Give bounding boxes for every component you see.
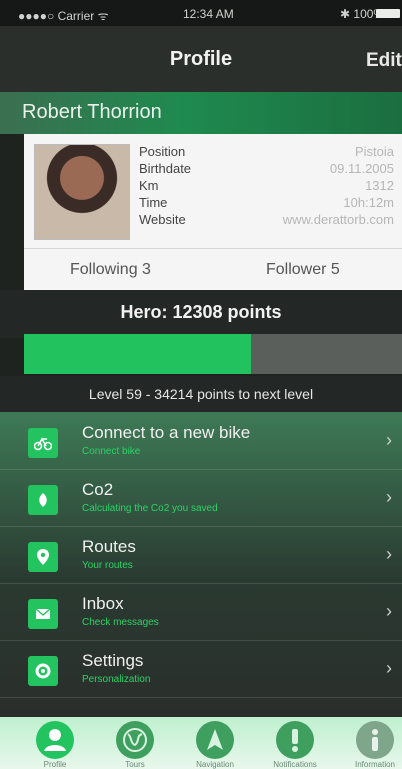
- field-value-website[interactable]: www.derattorb.com: [283, 211, 394, 228]
- menu-item-sublabel: Check messages: [82, 617, 159, 628]
- field-label-km: Km: [139, 178, 159, 193]
- chevron-right-icon: ›: [386, 430, 392, 450]
- navigation-icon: [207, 729, 223, 750]
- globe-icon: [123, 728, 147, 752]
- menu-item-label: Settings: [82, 651, 144, 670]
- follower-button[interactable]: Follower 5: [266, 261, 340, 279]
- person-icon: [44, 729, 66, 751]
- bike-icon: [28, 428, 58, 458]
- profile-field-labels: Position Birthdate Km Time Website: [139, 143, 191, 228]
- menu-item-label: Connect to a new bike: [82, 423, 251, 442]
- tab-profile[interactable]: Profile: [36, 721, 74, 769]
- tab-navigation[interactable]: Navigation: [196, 721, 234, 769]
- menu-item-sublabel: Calculating the Co2 you saved: [82, 503, 218, 514]
- profile-card: Position Birthdate Km Time Website Pisto…: [24, 134, 402, 290]
- menu-item-routes[interactable]: Routes Your routes ›: [0, 526, 402, 584]
- edit-button[interactable]: Edit: [366, 50, 402, 72]
- pin-icon: [28, 542, 58, 572]
- gear-icon: [28, 656, 58, 686]
- field-value-km: 1312: [365, 178, 394, 193]
- level-progress-fill: [24, 334, 251, 374]
- info-icon: [372, 729, 378, 751]
- field-value-time: 10h:12m: [343, 195, 394, 210]
- level-progress-bar: [24, 334, 402, 374]
- hero-header: Hero: 12308 points: [0, 290, 402, 338]
- clock: 12:34 AM: [183, 7, 234, 21]
- tab-information[interactable]: Information: [355, 721, 395, 769]
- chevron-right-icon: ›: [386, 487, 392, 507]
- menu-item-sublabel: Your routes: [82, 560, 133, 571]
- leaf-icon: [28, 485, 58, 515]
- tab-label: Navigation: [196, 760, 234, 769]
- chevron-right-icon: ›: [386, 601, 392, 621]
- profile-menu: Connect to a new bike Connect bike › Co2…: [0, 412, 402, 717]
- page-title: Profile: [169, 48, 233, 70]
- tab-label: Profile: [43, 760, 67, 769]
- field-label-time: Time: [139, 195, 168, 210]
- field-label-website: Website: [139, 212, 186, 227]
- chevron-right-icon: ›: [386, 544, 392, 564]
- battery-icon: [376, 9, 400, 18]
- menu-item-sublabel: Connect bike: [82, 446, 141, 457]
- field-value-position: Pistoia: [354, 144, 394, 159]
- alert-icon: [292, 729, 298, 752]
- level-text: Level 59 - 34214 points to next level: [0, 376, 402, 412]
- menu-item-label: Routes: [82, 537, 136, 556]
- following-button[interactable]: Following 3: [70, 261, 151, 279]
- tab-label: Information: [354, 760, 396, 769]
- nav-bar: Profile Edit: [0, 26, 402, 92]
- field-label-birthdate: Birthdate: [139, 161, 192, 176]
- menu-item-settings[interactable]: Settings Personalization ›: [0, 640, 402, 698]
- tab-tours[interactable]: Tours: [116, 721, 154, 769]
- tab-notifications[interactable]: Notifications: [273, 721, 317, 769]
- menu-item-connect-bike[interactable]: Connect to a new bike Connect bike ›: [0, 412, 402, 470]
- status-bar: ●●●●○ Carrier ᯤ 12:34 AM ✱ 100%: [0, 0, 402, 26]
- profile-name: Robert Thorrion: [22, 101, 162, 123]
- menu-item-sublabel: Personalization: [82, 674, 151, 685]
- menu-item-label: Co2: [82, 480, 114, 499]
- chevron-right-icon: ›: [386, 658, 392, 678]
- avatar[interactable]: [34, 144, 130, 240]
- mail-icon: [28, 599, 58, 629]
- hero-points: Hero: 12308 points: [120, 302, 282, 322]
- profile-name-bar: Robert Thorrion: [0, 92, 402, 134]
- tab-label: Tours: [125, 760, 145, 769]
- follow-row: Following 3 Follower 5: [24, 248, 402, 291]
- tab-label: Notifications: [273, 760, 317, 769]
- profile-field-values: Pistoia 09.11.2005 1312 10h:12m www.dera…: [283, 143, 394, 228]
- tab-bar: Profile Tours Navigation Notifications I…: [0, 717, 402, 769]
- field-value-birthdate: 09.11.2005: [329, 161, 394, 176]
- menu-item-label: Inbox: [82, 594, 124, 613]
- menu-item-co2[interactable]: Co2 Calculating the Co2 you saved ›: [0, 469, 402, 527]
- carrier-label: ●●●●○ Carrier ᯤ: [18, 9, 109, 23]
- field-label-position: Position: [139, 144, 186, 159]
- menu-item-inbox[interactable]: Inbox Check messages ›: [0, 583, 402, 641]
